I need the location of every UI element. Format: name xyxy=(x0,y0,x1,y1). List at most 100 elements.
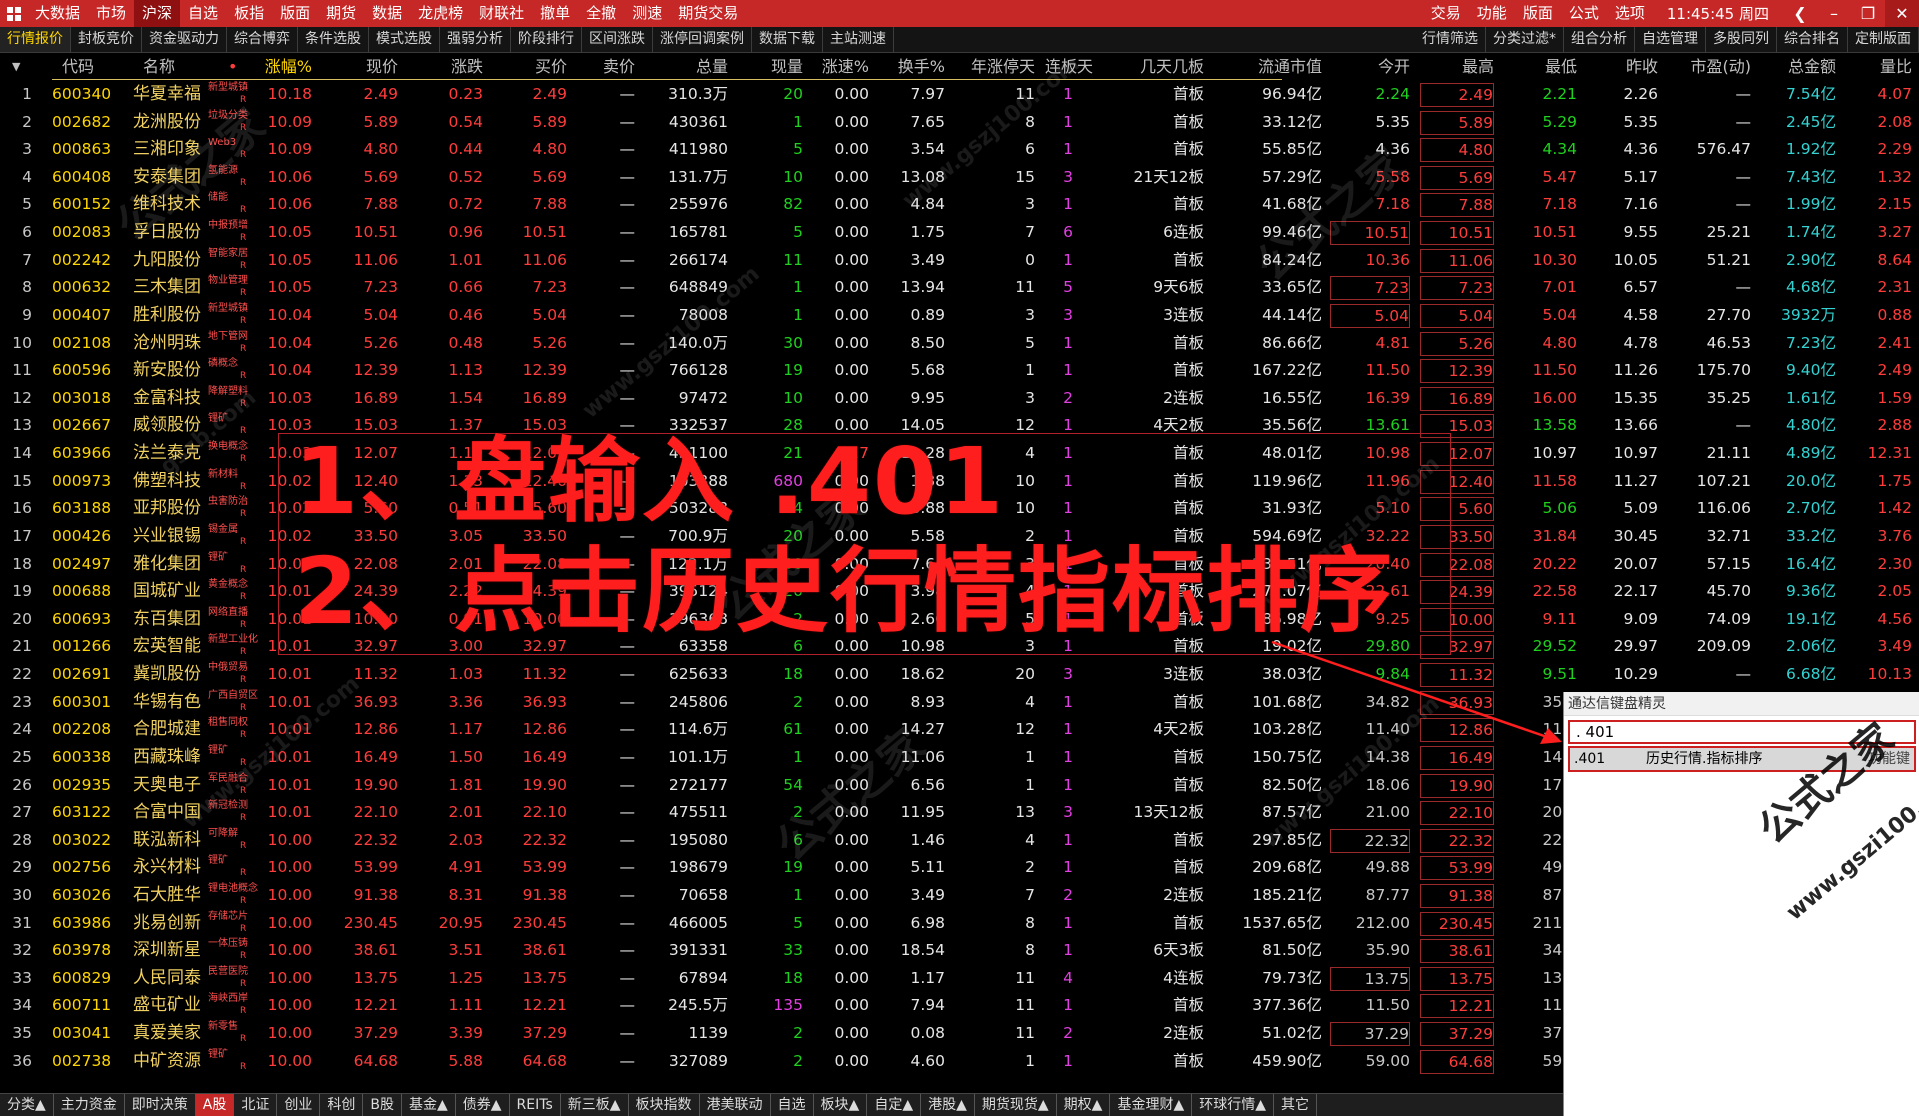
header-low[interactable]: 最低 xyxy=(1505,53,1577,81)
back-icon[interactable]: ❮ xyxy=(1783,0,1817,27)
cell-code[interactable]: 600693 xyxy=(52,606,122,634)
table-row[interactable]: 10 002108 沧州明珠 10.04 5.26 0.48 5.26—140.0万 30 0.… xyxy=(0,330,1919,358)
menu-item-12[interactable]: 测速 xyxy=(624,0,670,27)
header-high[interactable]: 最高 xyxy=(1420,53,1494,81)
bottom-tab-8[interactable]: 基金▲ xyxy=(402,1094,456,1116)
cell-code[interactable]: 002682 xyxy=(52,109,122,137)
cell-code[interactable]: 603026 xyxy=(52,882,122,910)
bottom-tab-17[interactable]: 港股▲ xyxy=(921,1094,975,1116)
cell-code[interactable]: 002935 xyxy=(52,772,122,800)
bottom-tab-20[interactable]: 基金理财▲ xyxy=(1110,1094,1193,1116)
header-prev[interactable]: 昨收 xyxy=(1582,53,1658,81)
cell-code[interactable]: 603986 xyxy=(52,910,122,938)
right-menu-item-4[interactable]: 选项 xyxy=(1607,0,1653,27)
cell-code[interactable]: 600152 xyxy=(52,191,122,219)
header-code[interactable]: 代码 xyxy=(62,53,132,81)
bottom-tab-14[interactable]: 自选 xyxy=(771,1094,814,1116)
bottom-tab-1[interactable]: 主力资金 xyxy=(54,1094,125,1116)
cell-code[interactable]: 600340 xyxy=(52,81,122,109)
tab-6[interactable]: 强弱分析 xyxy=(440,27,511,52)
wizard-input[interactable]: . 401 xyxy=(1568,720,1916,744)
bottom-tab-19[interactable]: 期权▲ xyxy=(1057,1094,1111,1116)
header-amt[interactable]: 总金额 xyxy=(1758,53,1836,81)
tab-right-3[interactable]: 自选管理 xyxy=(1635,27,1706,52)
table-row[interactable]: 11 600596 新安股份 10.04 12.39 1.13 12.39—766128 19… xyxy=(0,357,1919,385)
bottom-tab-9[interactable]: 债券▲ xyxy=(456,1094,510,1116)
header-ask[interactable]: 卖价 xyxy=(575,53,635,81)
tab-right-2[interactable]: 组合分析 xyxy=(1564,27,1635,52)
tab-right-4[interactable]: 多股同列 xyxy=(1706,27,1777,52)
cell-code[interactable]: 600301 xyxy=(52,689,122,717)
tab-9[interactable]: 涨停回调案例 xyxy=(653,27,752,52)
menu-item-9[interactable]: 财联社 xyxy=(471,0,532,27)
cell-code[interactable]: 002667 xyxy=(52,412,122,440)
cell-code[interactable]: 600829 xyxy=(52,965,122,993)
menu-item-13[interactable]: 期货交易 xyxy=(670,0,746,27)
cell-code[interactable]: 003041 xyxy=(52,1020,122,1048)
cell-code[interactable]: 002497 xyxy=(52,551,122,579)
bottom-tab-2[interactable]: 即时决策 xyxy=(125,1094,196,1116)
bottom-tab-22[interactable]: 其它 xyxy=(1274,1094,1318,1116)
header-open[interactable]: 今开 xyxy=(1330,53,1410,81)
menu-item-8[interactable]: 龙虎榜 xyxy=(410,0,471,27)
cell-code[interactable]: 000632 xyxy=(52,274,122,302)
bottom-tab-12[interactable]: 板块指数 xyxy=(629,1094,700,1116)
tab-right-1[interactable]: 分类过滤* xyxy=(1486,27,1564,52)
tab-7[interactable]: 阶段排行 xyxy=(511,27,582,52)
table-row[interactable]: 22 002691 冀凯股份 10.01 11.32 1.03 11.32—625633 18… xyxy=(0,661,1919,689)
header-ltsz[interactable]: 流通市值 xyxy=(1210,53,1322,81)
tab-11[interactable]: 主站测速 xyxy=(823,27,894,52)
tab-0[interactable]: 行情报价 xyxy=(0,27,71,52)
table-row[interactable]: 2 002682 龙洲股份 10.09 5.89 0.54 5.89—430361 1 0.00… xyxy=(0,109,1919,137)
cell-code[interactable]: 000426 xyxy=(52,523,122,551)
table-row[interactable]: 12 003018 金富科技 10.03 16.89 1.54 16.89—97472 10 0… xyxy=(0,385,1919,413)
cell-code[interactable]: 603978 xyxy=(52,937,122,965)
wizard-result-item[interactable]: .401 历史行情.指标排序 功能键 xyxy=(1568,746,1916,772)
cell-code[interactable]: 001266 xyxy=(52,633,122,661)
menu-item-3[interactable]: 自选 xyxy=(180,0,226,27)
tab-right-0[interactable]: 行情筛选 xyxy=(1415,27,1486,52)
cell-code[interactable]: 002738 xyxy=(52,1048,122,1076)
cell-code[interactable]: 002242 xyxy=(52,247,122,275)
cell-code[interactable]: 603966 xyxy=(52,440,122,468)
close-icon[interactable]: ✕ xyxy=(1885,0,1919,27)
table-row[interactable]: 5 600152 维科技术 10.06 7.88 0.72 7.88—255976 82 0.0… xyxy=(0,191,1919,219)
header-jtjb[interactable]: 几天几板 xyxy=(1092,53,1204,81)
tab-right-6[interactable]: 定制版面 xyxy=(1848,27,1919,52)
header-chg[interactable]: 涨跌 xyxy=(405,53,483,81)
table-row[interactable]: 1 600340 华夏幸福 10.18 2.49 0.23 2.49—310.3万 20 0.0… xyxy=(0,81,1919,109)
bottom-tab-3[interactable]: A股 xyxy=(195,1094,235,1116)
bottom-tab-11[interactable]: 新三板▲ xyxy=(561,1094,629,1116)
cell-code[interactable]: 002208 xyxy=(52,716,122,744)
right-menu-item-0[interactable]: 交易 xyxy=(1423,0,1469,27)
table-row[interactable]: 3 000863 三湘印象 10.09 4.80 0.44 4.80—411980 5 0.00… xyxy=(0,136,1919,164)
menu-item-2[interactable]: 沪深 xyxy=(134,0,181,27)
bottom-tab-0[interactable]: 分类▲ xyxy=(0,1094,54,1116)
cell-code[interactable]: 002108 xyxy=(52,330,122,358)
cell-code[interactable]: 600408 xyxy=(52,164,122,192)
bottom-tab-21[interactable]: 环球行情▲ xyxy=(1192,1094,1275,1116)
cell-code[interactable]: 000688 xyxy=(52,578,122,606)
tab-10[interactable]: 数据下载 xyxy=(752,27,823,52)
cell-code[interactable]: 002756 xyxy=(52,854,122,882)
bottom-tab-5[interactable]: 创业 xyxy=(277,1094,321,1116)
cell-code[interactable]: 002691 xyxy=(52,661,122,689)
menu-item-0[interactable]: 大数据 xyxy=(27,0,88,27)
menu-item-4[interactable]: 板指 xyxy=(226,0,272,27)
tab-2[interactable]: 资金驱动力 xyxy=(142,27,227,52)
bottom-tab-7[interactable]: B股 xyxy=(363,1094,402,1116)
bottom-tab-13[interactable]: 港美联动 xyxy=(700,1094,771,1116)
table-row[interactable]: 7 002242 九阳股份 10.05 11.06 1.01 11.06—266174 11 0… xyxy=(0,247,1919,275)
restore-icon[interactable]: ❐ xyxy=(1851,0,1885,27)
cell-code[interactable]: 003018 xyxy=(52,385,122,413)
cell-code[interactable]: 000407 xyxy=(52,302,122,330)
bottom-tab-10[interactable]: REITs xyxy=(510,1094,561,1116)
header-pct[interactable]: 涨幅% xyxy=(240,53,312,81)
cell-code[interactable]: 600338 xyxy=(52,744,122,772)
cell-code[interactable]: 000973 xyxy=(52,468,122,496)
bottom-tab-18[interactable]: 期货现货▲ xyxy=(975,1094,1057,1116)
app-grid-icon[interactable] xyxy=(0,0,27,27)
menu-item-10[interactable]: 撤单 xyxy=(532,0,578,27)
header-cur[interactable]: 现量 xyxy=(735,53,803,81)
minimize-icon[interactable]: – xyxy=(1817,0,1851,27)
